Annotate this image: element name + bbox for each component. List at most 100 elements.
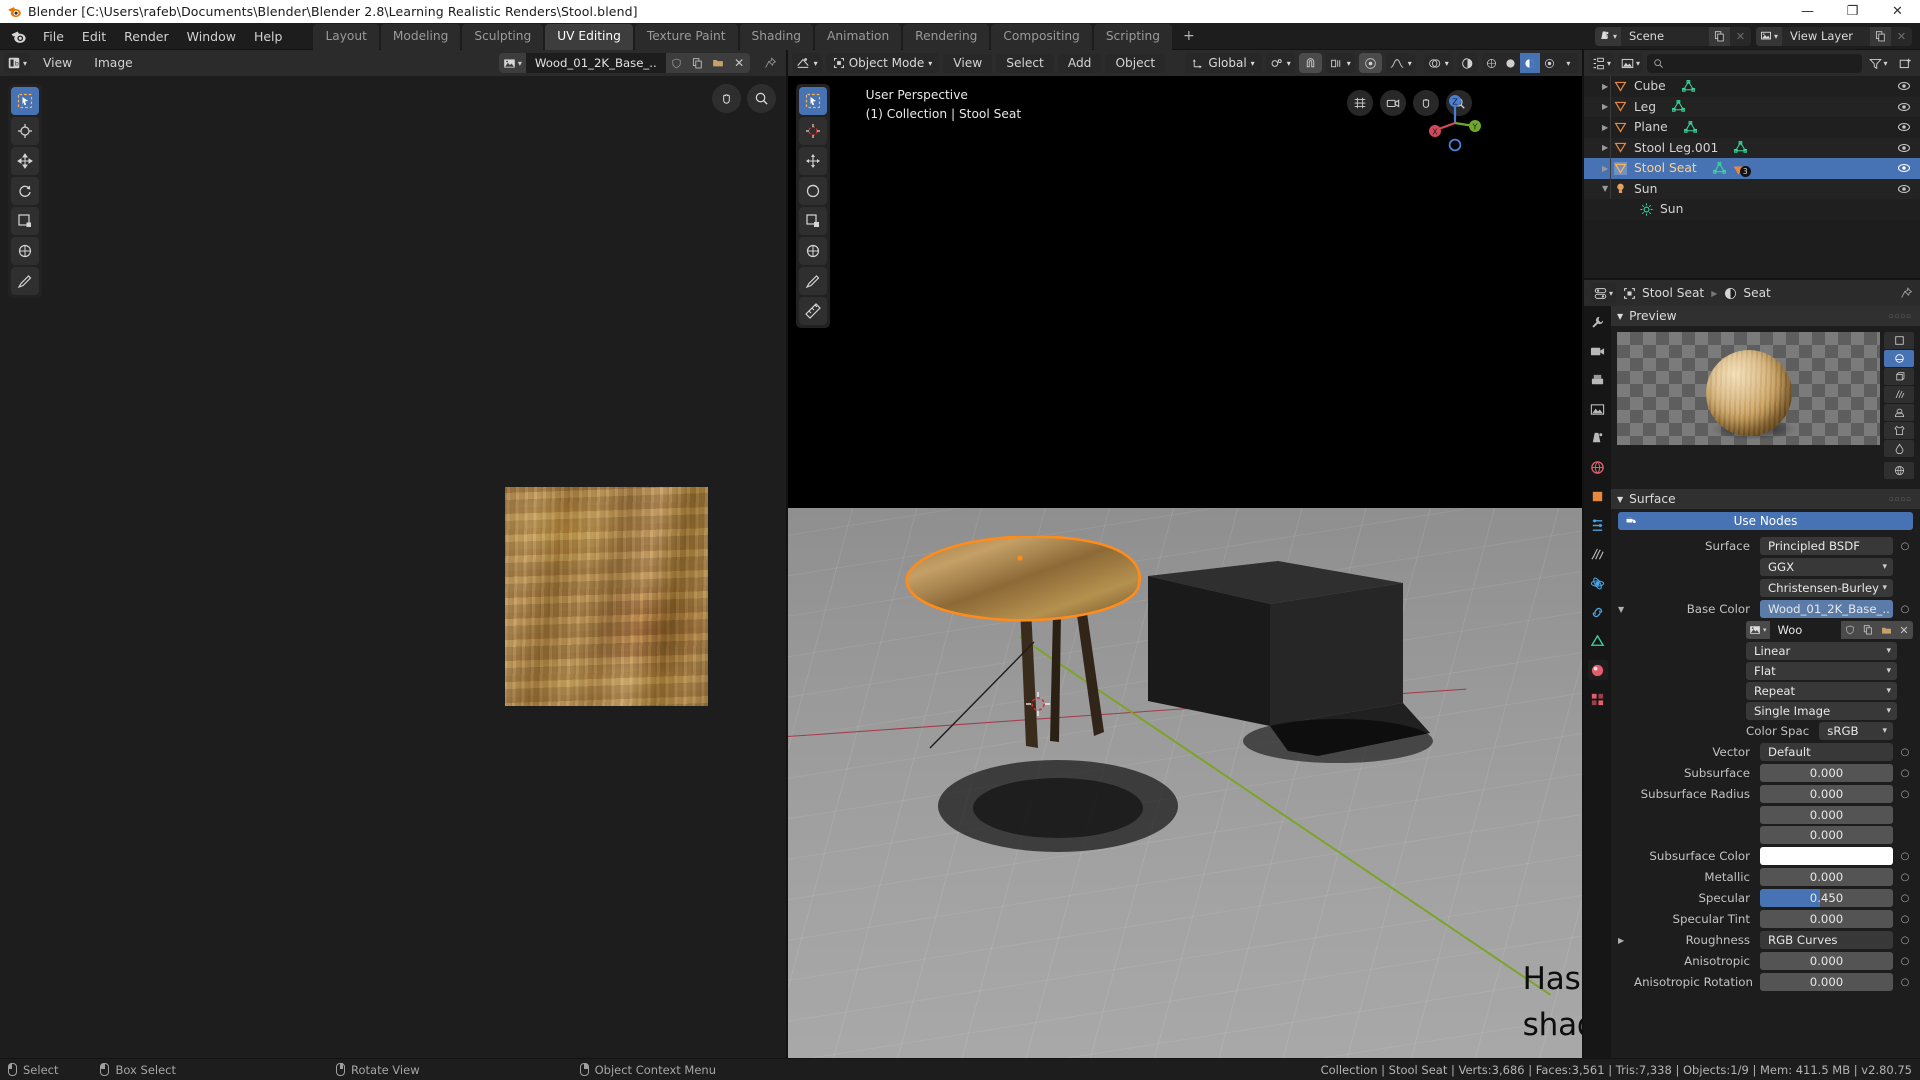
workspace-tab-shading[interactable]: Shading (739, 23, 814, 50)
close-button[interactable]: ✕ (1875, 0, 1920, 23)
workspace-tab-uv-editing[interactable]: UV Editing (545, 23, 633, 50)
preview-cloth-button[interactable] (1884, 422, 1914, 439)
panel-drag-dots[interactable]: ▫▫▫▫ (1889, 495, 1912, 503)
outliner-item-sun[interactable]: ▼ Sun (1584, 178, 1920, 199)
subsurface-value-field[interactable]: 0.000 (1760, 764, 1893, 782)
preview-flat-button[interactable] (1884, 332, 1914, 349)
tab-texture[interactable] (1588, 689, 1608, 709)
roughness-expand-icon[interactable]: ▶ (1618, 936, 1630, 945)
outliner-item-leg[interactable]: ▶ Leg (1584, 96, 1920, 117)
workspace-tab-sculpting[interactable]: Sculpting (462, 23, 544, 50)
uv-tool-rotate[interactable] (11, 177, 39, 205)
properties-editor-type-selector[interactable]: ▾ (1591, 283, 1617, 303)
metallic-value-field[interactable]: 0.000 (1760, 868, 1893, 886)
menu-help[interactable]: Help (245, 26, 292, 47)
viewport-tool-scale[interactable] (798, 207, 827, 235)
outliner-tree[interactable]: ▶ Cube ▶ Leg ▶ Plane ▶ Stool Leg.001 ▶ S… (1584, 76, 1920, 278)
visibility-eye-icon[interactable] (1897, 182, 1911, 196)
transform-orientation-selector[interactable]: Global ▾ (1185, 53, 1262, 73)
viewport-overlays-selector[interactable]: ▾ (1423, 53, 1453, 73)
properties-pin-icon[interactable] (1900, 286, 1913, 300)
tab-output[interactable] (1588, 370, 1608, 390)
uv-image-selector[interactable]: ▾ Wood_01_2K_Base_.. ✕ (498, 53, 750, 73)
specular-slider[interactable]: 0.450 (1760, 889, 1893, 907)
uv-canvas[interactable] (0, 76, 786, 1058)
navigation-gizmo[interactable]: Z X Y (1424, 92, 1486, 154)
add-workspace-button[interactable]: + (1174, 24, 1204, 50)
visibility-eye-icon[interactable] (1897, 100, 1911, 114)
editor-type-selector[interactable]: b ▾ (4, 53, 31, 73)
visibility-eye-icon[interactable] (1897, 161, 1911, 175)
specular-tint-value-field[interactable]: 0.000 (1760, 910, 1893, 928)
preview-sphere-button[interactable] (1884, 350, 1914, 367)
roughness-animate-dot[interactable]: ○ (1897, 931, 1913, 949)
viewport-editor-type-selector[interactable]: ▾ (791, 53, 822, 73)
texture-datablock-field[interactable]: ▾ Woo ✕ (1746, 621, 1913, 639)
proportional-edit-toggle[interactable] (1358, 53, 1382, 73)
subsurface-color-animate-dot[interactable]: ○ (1897, 847, 1913, 865)
pin-icon[interactable] (760, 54, 782, 73)
subsurface-method-field[interactable]: Christensen-Burley ▾ (1760, 579, 1893, 597)
menu-render[interactable]: Render (115, 26, 178, 47)
preview-cube-button[interactable] (1884, 368, 1914, 385)
anisotropic-value-field[interactable]: 0.000 (1760, 952, 1893, 970)
extension-field[interactable]: Repeat ▾ (1746, 682, 1897, 700)
tab-world[interactable] (1588, 457, 1608, 477)
specular-animate-dot[interactable]: ○ (1897, 889, 1913, 907)
tab-physics[interactable] (1588, 573, 1608, 593)
fake-user-shield-icon[interactable] (665, 53, 687, 73)
workspace-tab-compositing[interactable]: Compositing (991, 23, 1092, 50)
panel-drag-dots[interactable]: ▫▫▫▫ (1889, 312, 1912, 320)
tab-object[interactable] (1588, 486, 1608, 506)
menu-edit[interactable]: Edit (73, 26, 115, 47)
viewport-menu-view[interactable]: View (943, 53, 993, 73)
shading-solid[interactable] (1501, 53, 1520, 73)
subsurface-radius-z-field[interactable]: 0.000 (1760, 826, 1893, 844)
viewport-tool-transform[interactable] (798, 237, 827, 265)
collapse-triangle-icon[interactable]: ▼ (1602, 184, 1611, 193)
uv-tool-annotate[interactable] (11, 267, 39, 295)
zoom-view-icon[interactable] (746, 84, 776, 113)
viewport-tool-tweak[interactable] (798, 87, 827, 115)
workspace-tab-rendering[interactable]: Rendering (903, 23, 990, 50)
camera-view-icon[interactable] (1380, 90, 1406, 116)
menu-window[interactable]: Window (178, 26, 245, 47)
new-image-button[interactable] (686, 53, 708, 73)
viewport-menu-add[interactable]: Add (1057, 53, 1102, 73)
object-mode-selector[interactable]: Object Mode ▾ (825, 53, 940, 73)
projection-field[interactable]: Flat ▾ (1746, 662, 1897, 680)
visibility-eye-icon[interactable] (1897, 141, 1911, 155)
uv-tool-scale[interactable] (11, 207, 39, 235)
toggle-grid-icon[interactable] (1347, 90, 1373, 116)
uv-texture-image[interactable] (505, 487, 708, 706)
anisotropic-animate-dot[interactable]: ○ (1897, 952, 1913, 970)
workspace-tab-scripting[interactable]: Scripting (1093, 23, 1173, 50)
menu-file[interactable]: File (34, 26, 73, 47)
shading-material-preview[interactable] (1520, 53, 1540, 73)
expand-triangle-icon[interactable]: ▶ (1602, 164, 1611, 173)
interpolation-field[interactable]: Linear ▾ (1746, 642, 1897, 660)
viewport-tool-move[interactable] (798, 147, 827, 175)
filter-icon[interactable]: ▾ (1866, 54, 1891, 73)
view-layer-selector[interactable]: ▾ View Layer ✕ (1755, 26, 1912, 46)
vector-field[interactable]: Default (1760, 743, 1893, 761)
uv-tool-cursor[interactable] (11, 117, 39, 145)
surface-panel-header[interactable]: ▼ Surface ▫▫▫▫ (1611, 489, 1920, 509)
viewport-menu-select[interactable]: Select (996, 53, 1054, 73)
preview-panel-header[interactable]: ▼ Preview ▫▫▫▫ (1611, 306, 1920, 326)
new-collection-icon[interactable] (1895, 54, 1915, 73)
falloff-selector[interactable]: ▾ (1385, 53, 1416, 73)
xray-toggle[interactable] (1456, 53, 1478, 73)
outliner-item-cube[interactable]: ▶ Cube (1584, 76, 1920, 97)
scene-selector[interactable]: ▾ Scene ✕ (1594, 26, 1751, 46)
tab-scene[interactable] (1588, 428, 1608, 448)
anisotropic-rotation-value-field[interactable]: 0.000 (1760, 973, 1893, 991)
tab-modifier[interactable] (1588, 515, 1608, 535)
tab-particles[interactable] (1588, 544, 1608, 564)
expand-triangle-icon[interactable]: ▶ (1602, 82, 1611, 91)
fake-user-shield-icon[interactable] (1841, 621, 1859, 639)
tab-view-layer[interactable] (1588, 399, 1608, 419)
viewport-tool-measure[interactable] (798, 297, 827, 325)
properties-content[interactable]: ▼ Preview ▫▫▫▫ ▼ Surface ▫▫▫▫ Use Nodes … (1611, 306, 1920, 1058)
preview-fluid-button[interactable] (1884, 440, 1914, 457)
